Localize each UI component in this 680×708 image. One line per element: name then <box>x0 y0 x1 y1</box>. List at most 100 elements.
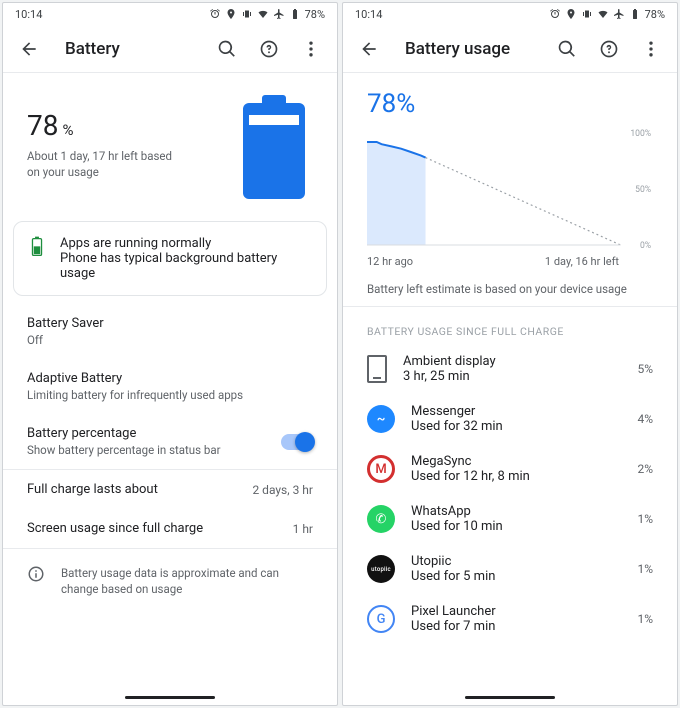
wifi-icon <box>597 8 609 20</box>
app-sub: Used for 32 min <box>411 419 621 434</box>
app-pct: 1% <box>637 512 653 526</box>
app-pct: 5% <box>637 362 653 376</box>
battery-icon <box>289 8 301 20</box>
battery-chart-svg: 100%50%0% <box>367 129 653 249</box>
info-icon <box>27 565 45 583</box>
help-button[interactable] <box>591 31 627 67</box>
callout-title: Apps are running normally <box>60 236 312 251</box>
battery-icon <box>629 8 641 20</box>
status-bar: 10:14 78% <box>3 3 337 25</box>
app-sub: Used for 12 hr, 8 min <box>411 469 621 484</box>
battery-hero: 78% About 1 day, 17 hr left based on you… <box>3 73 337 217</box>
location-icon <box>225 8 237 20</box>
status-battery-pct: 78% <box>305 8 325 21</box>
status-icons: 78% <box>209 8 325 21</box>
location-icon <box>565 8 577 20</box>
chart-x-start: 12 hr ago <box>367 255 413 268</box>
usage-list: Ambient display3 hr, 25 min5%~MessengerU… <box>343 344 677 644</box>
page-title: Battery usage <box>405 39 543 59</box>
battery-estimate: About 1 day, 17 hr left based on your us… <box>27 148 187 180</box>
airplane-icon <box>613 8 625 20</box>
status-time: 10:14 <box>15 8 42 21</box>
battery-chart: 78% 100%50%0% 12 hr ago 1 day, 16 hr lef… <box>343 73 677 306</box>
overflow-button[interactable] <box>633 31 669 67</box>
row-screen-usage[interactable]: Screen usage since full charge 1 hr <box>3 509 337 548</box>
app-name: Messenger <box>411 404 621 419</box>
more-vert-icon <box>641 39 661 59</box>
battery-ok-icon <box>28 236 46 258</box>
battery-pct: 78% <box>27 109 223 142</box>
airplane-icon <box>273 8 285 20</box>
footnote: Battery usage data is approximate and ca… <box>3 549 337 613</box>
status-bar: 10:14 78% <box>343 3 677 25</box>
back-button[interactable] <box>11 31 47 67</box>
app-sub: Used for 10 min <box>411 519 621 534</box>
alarm-icon <box>549 8 561 20</box>
screen-battery: 10:14 78% Battery <box>2 2 338 706</box>
chart-current-pct: 78% <box>367 89 653 119</box>
svg-text:50%: 50% <box>635 185 651 195</box>
usage-row[interactable]: utopiic UtopiicUsed for 5 min 1% <box>343 544 677 594</box>
chart-x-end: 1 day, 16 hr left <box>545 255 619 268</box>
screen-battery-usage: 10:14 78% Battery usage <box>342 2 678 706</box>
app-bar: Battery <box>3 25 337 73</box>
apps-normal-callout[interactable]: Apps are running normally Phone has typi… <box>13 221 327 296</box>
app-name: MegaSync <box>411 454 621 469</box>
nav-pill[interactable] <box>125 696 215 699</box>
app-name: Utopiic <box>411 554 621 569</box>
row-battery-percentage[interactable]: Battery percentage Show battery percenta… <box>3 414 337 469</box>
app-sub: Used for 7 min <box>411 619 621 634</box>
search-icon <box>557 39 577 59</box>
svg-text:100%: 100% <box>630 129 651 139</box>
page-title: Battery <box>65 39 203 59</box>
status-icons: 78% <box>549 8 665 21</box>
app-pct: 1% <box>637 612 653 626</box>
help-icon <box>259 39 279 59</box>
app-icon: M <box>367 455 395 483</box>
battery-graphic-icon <box>243 103 305 199</box>
status-time: 10:14 <box>355 8 382 21</box>
app-sub: Used for 5 min <box>411 569 621 584</box>
app-icon: ✆ <box>367 505 395 533</box>
usage-row[interactable]: Ambient display3 hr, 25 min 5% <box>343 344 677 394</box>
search-button[interactable] <box>209 31 245 67</box>
app-icon: G <box>367 605 395 633</box>
vibrate-icon <box>241 8 253 20</box>
chart-note: Battery left estimate is based on your d… <box>367 282 653 296</box>
app-name: Pixel Launcher <box>411 604 621 619</box>
arrow-back-icon <box>19 39 39 59</box>
help-icon <box>599 39 619 59</box>
app-sub: 3 hr, 25 min <box>403 369 621 384</box>
back-button[interactable] <box>351 31 387 67</box>
help-button[interactable] <box>251 31 287 67</box>
app-pct: 2% <box>637 462 653 476</box>
callout-sub: Phone has typical background battery usa… <box>60 251 312 281</box>
search-icon <box>217 39 237 59</box>
wifi-icon <box>257 8 269 20</box>
app-icon: ~ <box>367 405 395 433</box>
status-battery-pct: 78% <box>645 8 665 21</box>
row-full-charge[interactable]: Full charge lasts about 2 days, 3 hr <box>3 470 337 509</box>
overflow-button[interactable] <box>293 31 329 67</box>
search-button[interactable] <box>549 31 585 67</box>
usage-row[interactable]: ✆ WhatsAppUsed for 10 min 1% <box>343 494 677 544</box>
app-icon <box>367 355 387 383</box>
usage-row[interactable]: M MegaSyncUsed for 12 hr, 8 min 2% <box>343 444 677 494</box>
app-bar: Battery usage <box>343 25 677 73</box>
usage-row[interactable]: ~ MessengerUsed for 32 min 4% <box>343 394 677 444</box>
row-adaptive-battery[interactable]: Adaptive Battery Limiting battery for in… <box>3 359 337 414</box>
more-vert-icon <box>301 39 321 59</box>
app-pct: 4% <box>637 412 653 426</box>
vibrate-icon <box>581 8 593 20</box>
app-icon: utopiic <box>367 555 395 583</box>
battery-percentage-switch[interactable] <box>281 434 313 450</box>
app-name: WhatsApp <box>411 504 621 519</box>
row-battery-saver[interactable]: Battery Saver Off <box>3 304 337 359</box>
arrow-back-icon <box>359 39 379 59</box>
section-title: Battery usage since full charge <box>343 307 677 344</box>
app-pct: 1% <box>637 562 653 576</box>
usage-row[interactable]: G Pixel LauncherUsed for 7 min 1% <box>343 594 677 644</box>
app-name: Ambient display <box>403 354 621 369</box>
alarm-icon <box>209 8 221 20</box>
nav-pill[interactable] <box>465 696 555 699</box>
